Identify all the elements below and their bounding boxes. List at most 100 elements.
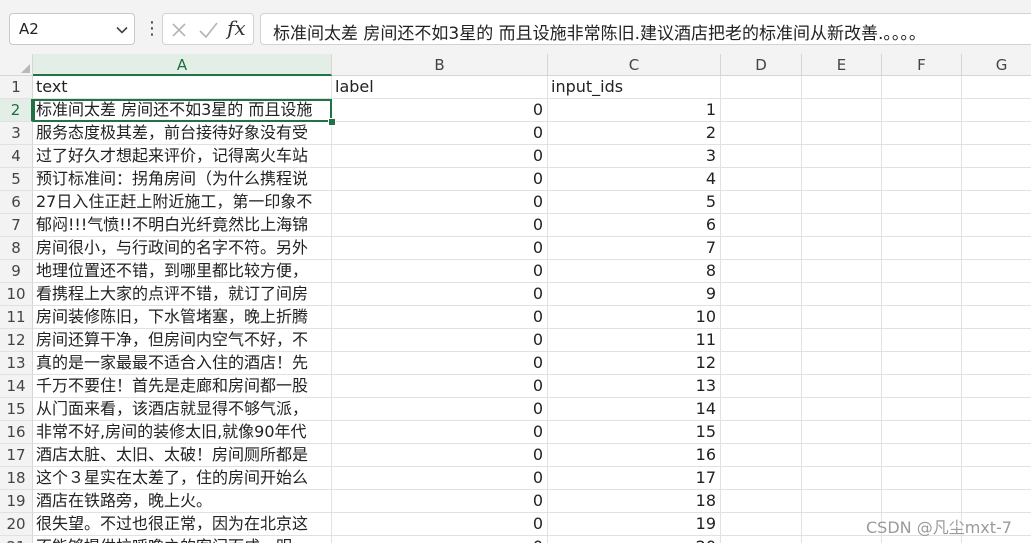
cell-e3[interactable] (802, 122, 882, 145)
row-header-14[interactable]: 14 (0, 375, 33, 398)
cancel-icon[interactable] (168, 19, 190, 41)
cell-g6[interactable] (962, 191, 1031, 214)
cell-e7[interactable] (802, 214, 882, 237)
cell-c13[interactable]: 12 (548, 352, 721, 375)
row-header-8[interactable]: 8 (0, 237, 33, 260)
row-header-7[interactable]: 7 (0, 214, 33, 237)
cell-b9[interactable]: 0 (332, 260, 548, 283)
cell-f15[interactable] (882, 398, 962, 421)
cell-b14[interactable]: 0 (332, 375, 548, 398)
row-header-21[interactable]: 21 (0, 536, 33, 543)
row-header-13[interactable]: 13 (0, 352, 33, 375)
cell-c5[interactable]: 4 (548, 168, 721, 191)
row-header-19[interactable]: 19 (0, 490, 33, 513)
cell-a11[interactable]: 房间装修陈旧，下水管堵塞，晚上折腾 (33, 306, 332, 329)
cell-f8[interactable] (882, 237, 962, 260)
cell-c12[interactable]: 11 (548, 329, 721, 352)
cell-d12[interactable] (721, 329, 802, 352)
cell-b21[interactable]: 0 (332, 536, 548, 543)
cell-f12[interactable] (882, 329, 962, 352)
cell-c14[interactable]: 13 (548, 375, 721, 398)
cell-c6[interactable]: 5 (548, 191, 721, 214)
cell-a3[interactable]: 服务态度极其差，前台接待好象没有受 (33, 122, 332, 145)
column-header-c[interactable]: C (548, 54, 721, 76)
formula-input[interactable]: 标准间太差 房间还不如3星的 而且设施非常陈旧.建议酒店把老的标准间从新改善.。… (260, 13, 1031, 45)
select-all-corner[interactable] (0, 54, 33, 76)
row-header-16[interactable]: 16 (0, 421, 33, 444)
cell-b16[interactable]: 0 (332, 421, 548, 444)
cell-d6[interactable] (721, 191, 802, 214)
column-header-b[interactable]: B (332, 54, 548, 76)
cell-a1[interactable]: text (33, 76, 332, 99)
cell-g15[interactable] (962, 398, 1031, 421)
cell-d7[interactable] (721, 214, 802, 237)
spreadsheet-grid[interactable]: ABCDEFG 1 text label input_ids 2 标准间太差 房间还不如3… (0, 54, 1031, 543)
chevron-down-icon[interactable] (115, 23, 129, 37)
cell-g2[interactable] (962, 99, 1031, 122)
name-box[interactable]: A2 (9, 13, 135, 45)
cell-g17[interactable] (962, 444, 1031, 467)
cell-d16[interactable] (721, 421, 802, 444)
cell-e19[interactable] (802, 490, 882, 513)
cell-c17[interactable]: 16 (548, 444, 721, 467)
cell-g13[interactable] (962, 352, 1031, 375)
cell-a8[interactable]: 房间很小，与行政间的名字不符。另外 (33, 237, 332, 260)
cell-e6[interactable] (802, 191, 882, 214)
cell-e11[interactable] (802, 306, 882, 329)
cell-d14[interactable] (721, 375, 802, 398)
cell-e4[interactable] (802, 145, 882, 168)
cell-a17[interactable]: 酒店太脏、太旧、太破！房间厕所都是 (33, 444, 332, 467)
row-header-6[interactable]: 6 (0, 191, 33, 214)
cell-a6[interactable]: 27日入住正赶上附近施工，第一印象不 (33, 191, 332, 214)
cell-f9[interactable] (882, 260, 962, 283)
cell-b4[interactable]: 0 (332, 145, 548, 168)
cell-f7[interactable] (882, 214, 962, 237)
cell-e10[interactable] (802, 283, 882, 306)
cell-b2[interactable]: 0 (332, 99, 548, 122)
cell-e14[interactable] (802, 375, 882, 398)
cell-g5[interactable] (962, 168, 1031, 191)
cell-b17[interactable]: 0 (332, 444, 548, 467)
cell-f13[interactable] (882, 352, 962, 375)
cell-g11[interactable] (962, 306, 1031, 329)
column-header-f[interactable]: F (882, 54, 962, 76)
cell-c21[interactable]: 20 (548, 536, 721, 543)
cell-g19[interactable] (962, 490, 1031, 513)
cell-g1[interactable] (962, 76, 1031, 99)
cell-b12[interactable]: 0 (332, 329, 548, 352)
row-header-4[interactable]: 4 (0, 145, 33, 168)
insert-function-icon[interactable]: fx (227, 16, 246, 40)
column-header-e[interactable]: E (802, 54, 882, 76)
cell-g7[interactable] (962, 214, 1031, 237)
cell-g16[interactable] (962, 421, 1031, 444)
cell-e15[interactable] (802, 398, 882, 421)
cell-e2[interactable] (802, 99, 882, 122)
cell-b19[interactable]: 0 (332, 490, 548, 513)
cell-b13[interactable]: 0 (332, 352, 548, 375)
cell-b3[interactable]: 0 (332, 122, 548, 145)
cell-a12[interactable]: 房间还算干净，但房间内空气不好，不 (33, 329, 332, 352)
cell-f5[interactable] (882, 168, 962, 191)
cell-c8[interactable]: 7 (548, 237, 721, 260)
cell-d18[interactable] (721, 467, 802, 490)
cell-a15[interactable]: 从门面来看，该酒店就显得不够气派， (33, 398, 332, 421)
cell-e13[interactable] (802, 352, 882, 375)
cell-a10[interactable]: 看携程上大家的点评不错，就订了间房 (33, 283, 332, 306)
cell-f19[interactable] (882, 490, 962, 513)
cell-d19[interactable] (721, 490, 802, 513)
cell-c20[interactable]: 19 (548, 513, 721, 536)
cell-f3[interactable] (882, 122, 962, 145)
cell-d17[interactable] (721, 444, 802, 467)
cell-e9[interactable] (802, 260, 882, 283)
cell-g4[interactable] (962, 145, 1031, 168)
cell-d20[interactable] (721, 513, 802, 536)
cell-g12[interactable] (962, 329, 1031, 352)
cell-g3[interactable] (962, 122, 1031, 145)
more-options-icon[interactable]: ⋮ (143, 16, 161, 42)
cell-c2[interactable]: 1 (548, 99, 721, 122)
cell-b6[interactable]: 0 (332, 191, 548, 214)
cell-d10[interactable] (721, 283, 802, 306)
cell-b1[interactable]: label (332, 76, 548, 99)
cell-d9[interactable] (721, 260, 802, 283)
row-header-5[interactable]: 5 (0, 168, 33, 191)
